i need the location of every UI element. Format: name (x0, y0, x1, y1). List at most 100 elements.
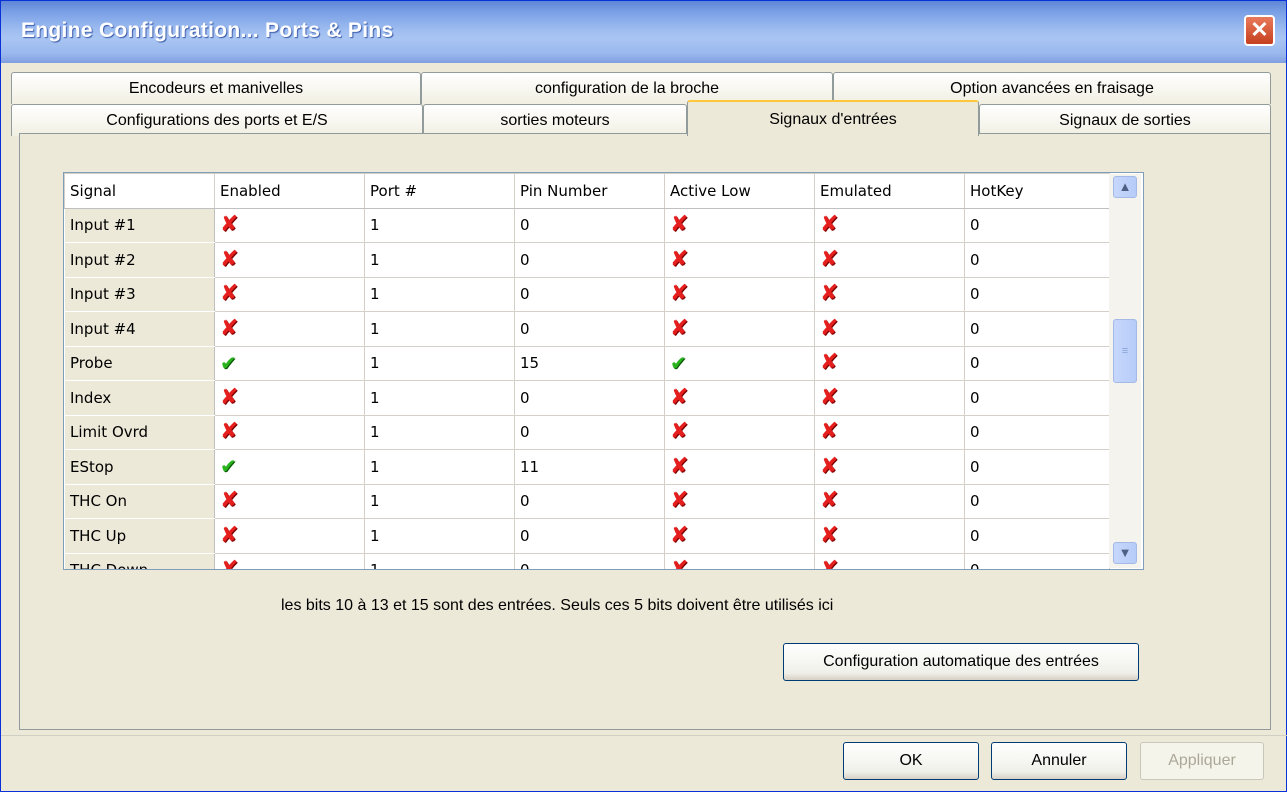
cell-active-low[interactable]: ✘ (664, 380, 815, 416)
cell-hotkey[interactable]: 0 (964, 345, 1110, 381)
vertical-scrollbar[interactable]: ▲ ≡ ▼ (1109, 174, 1141, 568)
cell-port[interactable]: 1 (364, 276, 515, 312)
cell-port[interactable]: 1 (364, 242, 515, 278)
cell-hotkey[interactable]: 0 (964, 207, 1110, 243)
cell-enabled[interactable]: ✘ (214, 483, 365, 519)
cell-signal[interactable]: Probe (64, 345, 215, 381)
cell-emulated[interactable]: ✘ (814, 552, 965, 569)
auto-config-button[interactable]: Configuration automatique des entrées (783, 643, 1139, 681)
cell-active-low[interactable]: ✘ (664, 449, 815, 485)
cell-active-low[interactable]: ✔ (664, 345, 815, 381)
table-row[interactable]: Index ✘ 1 0 ✘ ✘ 0 (64, 380, 1110, 416)
cell-pin-number[interactable]: 0 (514, 483, 665, 519)
cell-port[interactable]: 1 (364, 311, 515, 347)
cell-hotkey[interactable]: 0 (964, 449, 1110, 485)
cell-pin-number[interactable]: 0 (514, 518, 665, 554)
cell-active-low[interactable]: ✘ (664, 276, 815, 312)
cell-emulated[interactable]: ✘ (814, 380, 965, 416)
apply-button[interactable]: Appliquer (1140, 742, 1264, 780)
cell-emulated[interactable]: ✘ (814, 311, 965, 347)
cell-pin-number[interactable]: 15 (514, 345, 665, 381)
cell-pin-number[interactable]: 0 (514, 242, 665, 278)
tab-signaux-sorties[interactable]: Signaux de sorties (979, 104, 1271, 136)
col-header-signal[interactable]: Signal (64, 173, 215, 209)
table-row[interactable]: Input #4 ✘ 1 0 ✘ ✘ 0 (64, 311, 1110, 347)
cell-signal[interactable]: Input #2 (64, 242, 215, 278)
cell-hotkey[interactable]: 0 (964, 311, 1110, 347)
cell-pin-number[interactable]: 0 (514, 552, 665, 569)
cell-hotkey[interactable]: 0 (964, 380, 1110, 416)
cell-port[interactable]: 1 (364, 380, 515, 416)
cell-hotkey[interactable]: 0 (964, 242, 1110, 278)
cell-active-low[interactable]: ✘ (664, 311, 815, 347)
cell-hotkey[interactable]: 0 (964, 518, 1110, 554)
cell-signal[interactable]: THC Down (64, 552, 215, 569)
tab-signaux-entrees[interactable]: Signaux d'entrées (687, 100, 979, 136)
cell-signal[interactable]: Input #4 (64, 311, 215, 347)
table-row[interactable]: THC Up ✘ 1 0 ✘ ✘ 0 (64, 518, 1110, 554)
cell-pin-number[interactable]: 0 (514, 414, 665, 450)
cell-hotkey[interactable]: 0 (964, 276, 1110, 312)
table-row[interactable]: THC Down✘10✘✘0 (64, 552, 1110, 569)
cell-emulated[interactable]: ✘ (814, 483, 965, 519)
cell-pin-number[interactable]: 0 (514, 380, 665, 416)
col-header-hotkey[interactable]: HotKey (964, 173, 1110, 209)
tab-encodeurs[interactable]: Encodeurs et manivelles (11, 72, 421, 104)
title-bar[interactable]: Engine Configuration... Ports & Pins ✕ (1, 1, 1286, 63)
signals-grid[interactable]: Signal Enabled Port # Pin Number Active … (63, 172, 1144, 570)
cell-emulated[interactable]: ✘ (814, 207, 965, 243)
tab-sorties-moteurs[interactable]: sorties moteurs (423, 104, 687, 136)
cell-enabled[interactable]: ✔ (214, 449, 365, 485)
cell-port[interactable]: 1 (364, 518, 515, 554)
cell-port[interactable]: 1 (364, 345, 515, 381)
cell-emulated[interactable]: ✘ (814, 449, 965, 485)
cell-active-low[interactable]: ✘ (664, 242, 815, 278)
cell-active-low[interactable]: ✘ (664, 518, 815, 554)
cell-hotkey[interactable]: 0 (964, 483, 1110, 519)
cell-signal[interactable]: THC Up (64, 518, 215, 554)
cell-signal[interactable]: THC On (64, 483, 215, 519)
cell-active-low[interactable]: ✘ (664, 207, 815, 243)
scroll-thumb[interactable]: ≡ (1113, 319, 1137, 383)
table-row[interactable]: Probe ✔ 1 15 ✔ ✘ 0 (64, 345, 1110, 381)
cell-active-low[interactable]: ✘ (664, 414, 815, 450)
cell-enabled[interactable]: ✘ (214, 276, 365, 312)
table-row[interactable]: Input #2 ✘ 1 0 ✘ ✘ 0 (64, 242, 1110, 278)
table-row[interactable]: EStop ✔ 1 11 ✘ ✘ 0 (64, 449, 1110, 485)
cell-port[interactable]: 1 (364, 449, 515, 485)
cell-enabled[interactable]: ✘ (214, 311, 365, 347)
cell-port[interactable]: 1 (364, 552, 515, 569)
col-header-emulated[interactable]: Emulated (814, 173, 965, 209)
cell-signal[interactable]: EStop (64, 449, 215, 485)
cell-enabled[interactable]: ✘ (214, 380, 365, 416)
close-button[interactable]: ✕ (1244, 15, 1275, 46)
cell-port[interactable]: 1 (364, 414, 515, 450)
cell-enabled[interactable]: ✘ (214, 518, 365, 554)
cell-signal[interactable]: Limit Ovrd (64, 414, 215, 450)
cell-hotkey[interactable]: 0 (964, 414, 1110, 450)
cell-enabled[interactable]: ✘ (214, 552, 365, 569)
table-row[interactable]: Input #3 ✘ 1 0 ✘ ✘ 0 (64, 276, 1110, 312)
scroll-up-icon[interactable]: ▲ (1113, 176, 1137, 198)
cancel-button[interactable]: Annuler (991, 742, 1127, 780)
cell-pin-number[interactable]: 0 (514, 276, 665, 312)
cell-enabled[interactable]: ✔ (214, 345, 365, 381)
cell-signal[interactable]: Input #3 (64, 276, 215, 312)
cell-port[interactable]: 1 (364, 207, 515, 243)
cell-enabled[interactable]: ✘ (214, 207, 365, 243)
cell-port[interactable]: 1 (364, 483, 515, 519)
cell-pin-number[interactable]: 0 (514, 311, 665, 347)
col-header-enabled[interactable]: Enabled (214, 173, 365, 209)
cell-pin-number[interactable]: 11 (514, 449, 665, 485)
col-header-port[interactable]: Port # (364, 173, 515, 209)
cell-hotkey[interactable]: 0 (964, 552, 1110, 569)
cell-active-low[interactable]: ✘ (664, 552, 815, 569)
cell-enabled[interactable]: ✘ (214, 414, 365, 450)
table-row[interactable]: THC On ✘ 1 0 ✘ ✘ 0 (64, 483, 1110, 519)
cell-emulated[interactable]: ✘ (814, 345, 965, 381)
cell-emulated[interactable]: ✘ (814, 276, 965, 312)
col-header-pin-number[interactable]: Pin Number (514, 173, 665, 209)
table-row[interactable]: Limit Ovrd ✘ 1 0 ✘ ✘ 0 (64, 414, 1110, 450)
col-header-active-low[interactable]: Active Low (664, 173, 815, 209)
ok-button[interactable]: OK (843, 742, 979, 780)
